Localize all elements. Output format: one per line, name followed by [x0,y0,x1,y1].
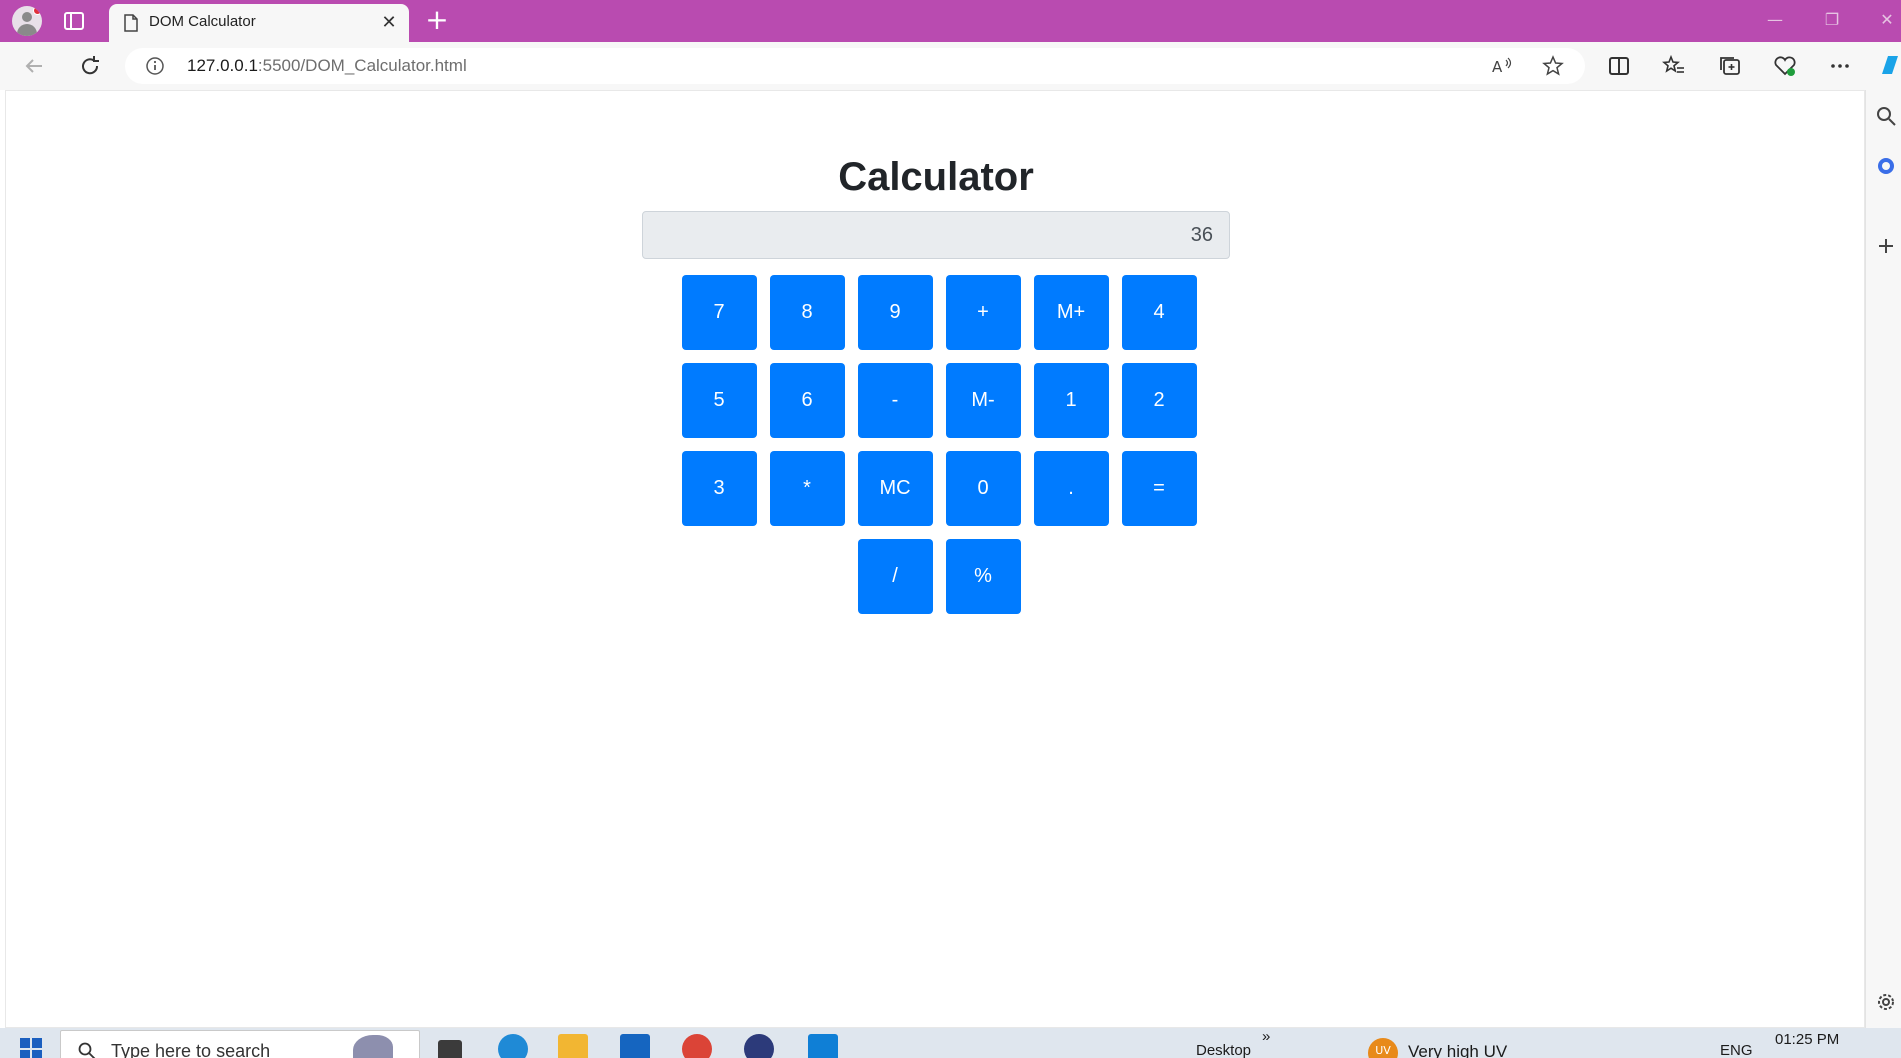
calculator-keypad: 7 8 9 + M+ 4 5 6- M- 1 2 3 * MC 0. = /% [679,275,1199,614]
minimize-icon[interactable]: — [1765,10,1785,30]
key-memory-subtract-button[interactable]: M- [945,363,1021,438]
search-placeholder: Type here to search [111,1041,271,1058]
key-5-button[interactable]: 5 [681,363,757,438]
calculator-display[interactable]: 36 [642,211,1230,259]
edge-app-icon[interactable] [498,1034,528,1058]
key-9-button[interactable]: 9 [857,275,933,350]
taskbar-search-input[interactable]: Type here to search [60,1030,420,1058]
task-view-icon[interactable] [438,1040,462,1058]
refresh-icon[interactable] [76,52,104,80]
key-decimal-button[interactable]: . [1033,451,1109,526]
favorites-icon[interactable] [1660,52,1688,80]
search-highlight-icon [353,1035,393,1058]
key-minus-button[interactable]: - [857,363,933,438]
address-bar[interactable]: 127.0.0.1:5500/DOM_Calculator.html A [125,48,1585,84]
collections-icon[interactable] [1716,52,1744,80]
close-window-icon[interactable]: ✕ [1877,10,1897,30]
key-divide-button[interactable]: / [857,539,933,614]
browser-tab[interactable]: DOM Calculator ✕ [109,4,409,42]
browser-title-bar: DOM Calculator ✕ + — ❐ ✕ [0,0,1901,42]
url-text: 127.0.0.1:5500/DOM_Calculator.html [187,56,467,75]
office-icon[interactable] [1874,154,1898,178]
key-memory-clear-button[interactable]: MC [857,451,933,526]
key-equals-button[interactable]: = [1121,451,1197,526]
profile-avatar[interactable] [12,6,42,36]
weather-icon[interactable]: UV [1368,1038,1398,1058]
close-tab-icon[interactable]: ✕ [379,13,399,33]
key-6-button[interactable]: 6 [769,363,845,438]
page-viewport: Calculator 36 7 8 9 + M+ 4 5 6- M- 1 2 3 * MC 0. = /% [5,90,1865,1028]
key-percent-button[interactable]: % [945,539,1021,614]
chrome-icon[interactable] [682,1034,712,1058]
taskbar-clock[interactable]: 01:25 PM [1775,1031,1839,1048]
windows-taskbar: Type here to search Desktop » UV Very hi… [0,1028,1901,1058]
copilot-icon[interactable] [1876,52,1901,80]
browser-toolbar: 127.0.0.1:5500/DOM_Calculator.html A [0,42,1901,90]
split-screen-icon[interactable] [1605,52,1633,80]
tab-actions-icon[interactable] [62,9,86,33]
desktop-label[interactable]: Desktop [1196,1042,1251,1058]
search-icon[interactable] [1874,104,1898,128]
add-icon[interactable] [1874,234,1898,258]
vscode-icon[interactable] [808,1034,838,1058]
key-7-button[interactable]: 7 [681,275,757,350]
eclipse-icon[interactable] [744,1034,774,1058]
key-plus-button[interactable]: + [945,275,1021,350]
browser-essentials-icon[interactable] [1771,52,1799,80]
restore-icon[interactable]: ❐ [1822,10,1842,30]
key-3-button[interactable]: 3 [681,451,757,526]
settings-icon[interactable] [1874,990,1898,1014]
tab-title: DOM Calculator [149,13,256,30]
file-explorer-icon[interactable] [558,1034,588,1058]
mail-icon[interactable] [620,1034,650,1058]
sidebar [1865,90,1901,1028]
search-icon [77,1041,97,1058]
windows-start-icon[interactable] [20,1038,42,1058]
svg-text:A: A [1492,58,1503,76]
favorite-star-icon[interactable] [1541,54,1565,78]
page-icon [123,14,139,32]
key-4-button[interactable]: 4 [1121,275,1197,350]
key-0-button[interactable]: 0 [945,451,1021,526]
key-8-button[interactable]: 8 [769,275,845,350]
chevron-icon[interactable]: » [1262,1028,1270,1045]
read-aloud-icon[interactable]: A [1490,54,1514,78]
more-icon[interactable] [1826,52,1854,80]
key-memory-add-button[interactable]: M+ [1033,275,1109,350]
language-indicator[interactable]: ENG [1720,1042,1753,1058]
back-icon[interactable] [20,52,48,80]
page-title: Calculator [838,155,1034,199]
key-2-button[interactable]: 2 [1121,363,1197,438]
weather-text[interactable]: Very high UV [1408,1042,1507,1058]
key-multiply-button[interactable]: * [769,451,845,526]
key-1-button[interactable]: 1 [1033,363,1109,438]
new-tab-button[interactable]: + [424,6,450,34]
info-icon[interactable] [145,56,165,76]
